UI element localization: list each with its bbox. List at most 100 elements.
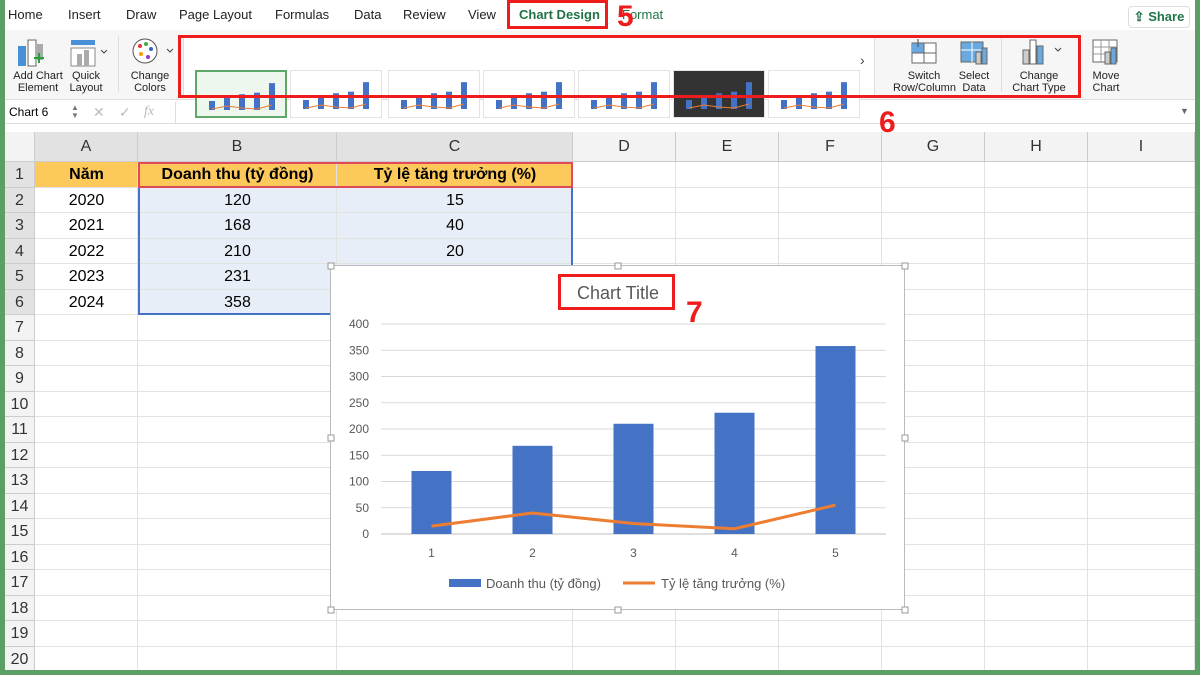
- cell[interactable]: [985, 187, 1088, 213]
- cell[interactable]: [573, 162, 676, 188]
- tab-view[interactable]: View: [468, 7, 496, 22]
- cell[interactable]: [1088, 340, 1195, 366]
- cancel-icon[interactable]: ✕: [93, 104, 105, 121]
- move-chart-button[interactable]: Move Chart: [1085, 36, 1127, 96]
- resize-handle[interactable]: [614, 606, 622, 614]
- cell[interactable]: [35, 646, 138, 670]
- cell[interactable]: [985, 519, 1088, 545]
- cell[interactable]: [35, 544, 138, 570]
- cell[interactable]: [1088, 391, 1195, 417]
- cell[interactable]: [573, 646, 676, 670]
- cell[interactable]: [676, 238, 779, 264]
- cell[interactable]: [1088, 468, 1195, 494]
- add-chart-element-button[interactable]: Add Chart Element: [8, 36, 63, 96]
- tab-review[interactable]: Review: [403, 7, 446, 22]
- cell[interactable]: [573, 213, 676, 239]
- row-header-16[interactable]: 16: [5, 544, 35, 570]
- bar-2[interactable]: [512, 445, 553, 534]
- resize-handle[interactable]: [327, 262, 335, 270]
- column-header-B[interactable]: B: [138, 132, 337, 162]
- row-header-2[interactable]: 2: [5, 187, 35, 213]
- column-header-C[interactable]: C: [337, 132, 573, 162]
- cell[interactable]: [337, 621, 573, 647]
- row-header-4[interactable]: 4: [5, 238, 35, 264]
- cell[interactable]: [138, 519, 337, 545]
- resize-handle[interactable]: [327, 434, 335, 442]
- cell[interactable]: [779, 162, 882, 188]
- data-cell[interactable]: 2020: [35, 188, 138, 213]
- cell[interactable]: [676, 646, 779, 670]
- cell[interactable]: [1088, 442, 1195, 468]
- name-box[interactable]: Chart 6: [9, 105, 79, 119]
- column-header-I[interactable]: I: [1088, 132, 1195, 162]
- resize-handle[interactable]: [901, 434, 909, 442]
- row-header-12[interactable]: 12: [5, 442, 35, 468]
- quick-layout-button[interactable]: Quick Layout: [65, 36, 115, 96]
- select-all-corner[interactable]: [5, 132, 35, 162]
- cell[interactable]: [985, 544, 1088, 570]
- cell[interactable]: [985, 417, 1088, 443]
- row-header-6[interactable]: 6: [5, 289, 35, 315]
- cell[interactable]: [985, 391, 1088, 417]
- data-cell[interactable]: 2023: [35, 264, 138, 289]
- cell[interactable]: [985, 442, 1088, 468]
- cell[interactable]: [138, 340, 337, 366]
- column-header-E[interactable]: E: [676, 132, 779, 162]
- cell[interactable]: [138, 417, 337, 443]
- cell[interactable]: [35, 340, 138, 366]
- row-header-1[interactable]: 1: [5, 162, 35, 188]
- cell[interactable]: [1088, 366, 1195, 392]
- cell[interactable]: [676, 162, 779, 188]
- cell[interactable]: [882, 213, 985, 239]
- cell[interactable]: [138, 621, 337, 647]
- cell[interactable]: [35, 519, 138, 545]
- cell[interactable]: [882, 187, 985, 213]
- cell[interactable]: [1088, 315, 1195, 341]
- cell[interactable]: [1088, 238, 1195, 264]
- cell[interactable]: [882, 621, 985, 647]
- formula-input[interactable]: [175, 102, 1180, 123]
- row-header-14[interactable]: 14: [5, 493, 35, 519]
- cell[interactable]: [1088, 621, 1195, 647]
- row-header-20[interactable]: 20: [5, 646, 35, 670]
- row-header-15[interactable]: 15: [5, 519, 35, 545]
- cell[interactable]: [985, 595, 1088, 621]
- cell[interactable]: [985, 493, 1088, 519]
- cell[interactable]: [1088, 264, 1195, 290]
- cell[interactable]: [882, 162, 985, 188]
- resize-handle[interactable]: [901, 606, 909, 614]
- cell[interactable]: [35, 570, 138, 596]
- cell[interactable]: [779, 187, 882, 213]
- column-header-G[interactable]: G: [882, 132, 985, 162]
- row-header-11[interactable]: 11: [5, 417, 35, 443]
- cell[interactable]: [985, 646, 1088, 670]
- resize-handle[interactable]: [327, 606, 335, 614]
- chart[interactable]: Chart Title 0 50 100 150 200 250 300 350 400 1 2 3 4 5…: [327, 262, 909, 614]
- cell[interactable]: [779, 621, 882, 647]
- row-header-9[interactable]: 9: [5, 366, 35, 392]
- cell[interactable]: [35, 442, 138, 468]
- cell[interactable]: [35, 366, 138, 392]
- column-header-D[interactable]: D: [573, 132, 676, 162]
- cell[interactable]: [676, 621, 779, 647]
- cell[interactable]: [985, 570, 1088, 596]
- cell[interactable]: [1088, 187, 1195, 213]
- cell[interactable]: [35, 493, 138, 519]
- cell[interactable]: [985, 289, 1088, 315]
- change-colors-button[interactable]: Change Colors: [125, 36, 175, 96]
- cell[interactable]: [779, 213, 882, 239]
- cell[interactable]: [985, 366, 1088, 392]
- bar-3[interactable]: [613, 423, 654, 534]
- cell[interactable]: [35, 468, 138, 494]
- cell[interactable]: [1088, 570, 1195, 596]
- expand-formula-arrow[interactable]: ▼: [1180, 106, 1189, 116]
- cell[interactable]: [985, 315, 1088, 341]
- cell[interactable]: [138, 595, 337, 621]
- cell[interactable]: [779, 238, 882, 264]
- cell[interactable]: [882, 646, 985, 670]
- row-header-7[interactable]: 7: [5, 315, 35, 341]
- cell[interactable]: [138, 493, 337, 519]
- data-cell[interactable]: 2024: [35, 290, 138, 315]
- tab-formulas[interactable]: Formulas: [275, 7, 329, 22]
- cell[interactable]: [138, 570, 337, 596]
